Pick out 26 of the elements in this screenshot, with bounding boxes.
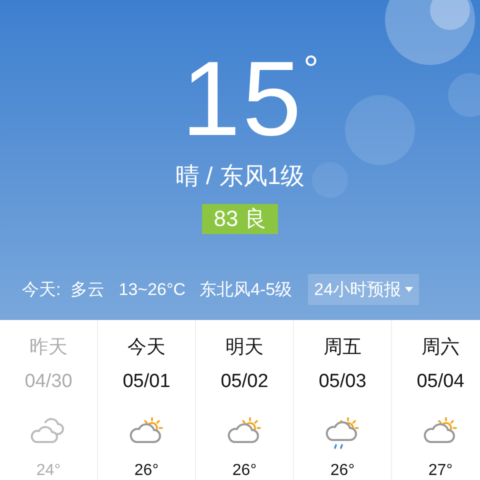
today-label: 今天: (22, 279, 61, 301)
day-high-temperature: 27° (428, 462, 453, 480)
day-date: 05/01 (122, 370, 170, 394)
day-label: 明天 (226, 336, 264, 360)
day-label: 周五 (324, 336, 362, 360)
day-date: 04/30 (24, 370, 72, 394)
day-high-temperature: 26° (330, 462, 355, 480)
degree-sign: ° (303, 50, 319, 90)
day-date: 05/03 (318, 370, 366, 394)
forecast-dropdown[interactable]: 24小时预报 (308, 274, 420, 305)
day-high-temperature: 24° (36, 462, 61, 480)
rain-cloud-icon (324, 416, 362, 450)
caret-icon (405, 287, 414, 292)
day-high-temperature: 26° (134, 462, 159, 480)
day-label: 昨天 (30, 336, 68, 360)
day-label: 周六 (422, 336, 460, 360)
day-date: 05/02 (220, 370, 268, 394)
wind-info: 东北风4-5级 (200, 279, 292, 301)
temperature-range: 13~26°C (118, 280, 186, 300)
today-weather: 多云 (70, 279, 105, 301)
air-quality-badge: 83 良 (202, 204, 278, 234)
day-high-temperature: 26° (232, 462, 257, 480)
weather-condition: 晴 / 东风1级 (175, 162, 305, 192)
day-date: 05/04 (416, 370, 464, 394)
temperature: 15 (181, 44, 304, 154)
day-label: 今天 (128, 336, 166, 360)
